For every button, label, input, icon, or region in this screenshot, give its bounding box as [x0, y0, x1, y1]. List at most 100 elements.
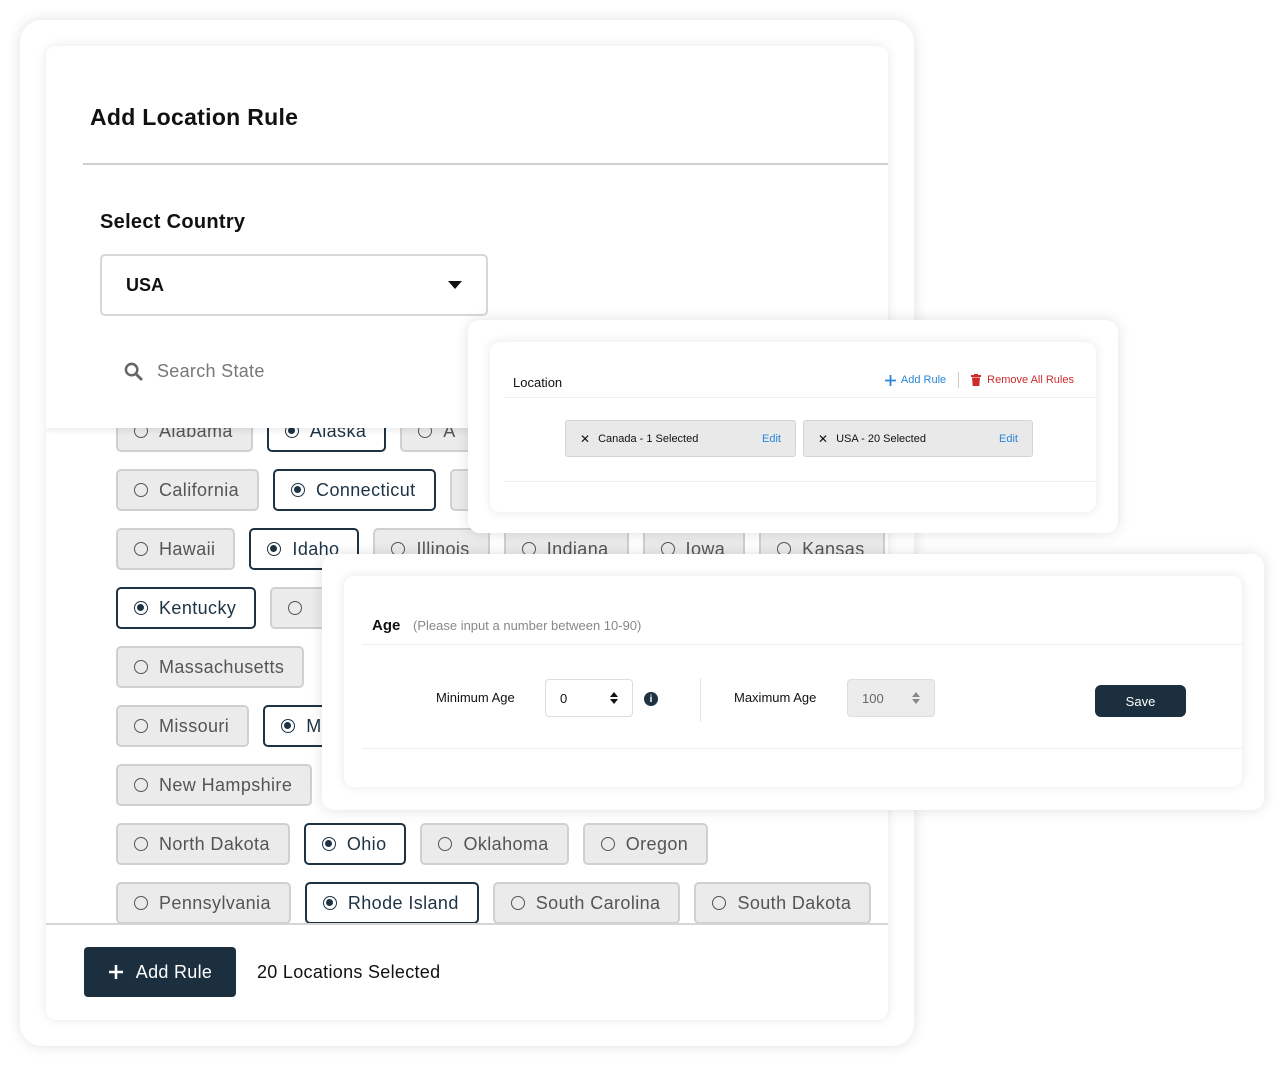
stepper-icon[interactable] [912, 692, 920, 704]
select-country-label: Select Country [100, 211, 246, 233]
age-hint: (Please input a number between 10-90) [413, 618, 642, 633]
radio-checked-icon [284, 428, 299, 438]
location-tag-usa: ✕ USA - 20 Selected Edit [803, 420, 1033, 457]
remove-all-rules-label: Remove All Rules [987, 374, 1074, 386]
radio-checked-icon [322, 896, 337, 910]
country-select[interactable]: USA [100, 254, 488, 316]
radio-unchecked-icon [600, 837, 615, 851]
state-label: North Dakota [159, 833, 270, 854]
minimum-age-input[interactable]: 0 [545, 679, 633, 717]
divider [504, 481, 1096, 482]
state-label: Alabama [159, 428, 233, 441]
state-label: New Hampshire [159, 774, 293, 795]
state-chip[interactable]: Rhode Island [304, 882, 479, 924]
radio-unchecked-icon [418, 428, 433, 438]
minimum-age-label: Minimum Age [436, 690, 515, 705]
radio-unchecked-icon [288, 601, 303, 615]
edit-link[interactable]: Edit [999, 433, 1018, 445]
radio-unchecked-icon [134, 719, 148, 733]
radio-unchecked-icon [712, 896, 727, 910]
state-chip[interactable]: Ohio [303, 823, 407, 865]
trash-icon [971, 374, 982, 386]
info-icon[interactable]: i [644, 692, 658, 706]
divider [83, 163, 888, 165]
add-rule-link[interactable]: Add Rule [884, 374, 946, 386]
save-button[interactable]: Save [1095, 685, 1186, 717]
state-chip[interactable]: Hawaii [116, 528, 236, 570]
state-label: Alaska [309, 428, 367, 441]
search-state-input[interactable]: Search State [124, 361, 265, 382]
state-label: A [443, 428, 456, 441]
radio-unchecked-icon [134, 483, 148, 497]
state-chip[interactable]: Oregon [582, 823, 709, 865]
tag-label: Canada - 1 Selected [598, 432, 699, 445]
country-select-value: USA [126, 274, 165, 295]
state-label: Massachusetts [159, 656, 285, 677]
add-rule-button[interactable]: Add Rule [84, 947, 236, 997]
state-label: California [159, 479, 240, 500]
state-chip[interactable]: Missouri [116, 705, 250, 747]
state-chip[interactable]: Kentucky [116, 587, 257, 629]
radio-checked-icon [291, 483, 306, 497]
radio-unchecked-icon [134, 660, 148, 674]
minimum-age-value: 0 [560, 690, 568, 706]
divider [46, 923, 888, 925]
close-icon[interactable]: ✕ [580, 432, 590, 446]
location-actions: Add Rule Remove All Rules [884, 372, 1074, 388]
divider [362, 748, 1242, 749]
state-chip[interactable]: South Carolina [492, 882, 681, 924]
state-chip[interactable]: Alabama [116, 428, 253, 452]
stepper-icon[interactable] [610, 692, 618, 704]
state-chip[interactable]: Oklahoma [420, 823, 569, 865]
close-icon[interactable]: ✕ [818, 432, 828, 446]
caret-down-icon [448, 281, 462, 289]
add-location-rule-card: Add Location Rule Select Country USA Sea… [46, 46, 888, 1020]
state-label: M [306, 715, 322, 736]
radio-checked-icon [267, 542, 282, 556]
state-chip[interactable]: A [400, 428, 476, 452]
page-title: Add Location Rule [90, 104, 299, 130]
location-title: Location [513, 375, 563, 390]
state-label: Missouri [159, 715, 230, 736]
locations-selected-count: 20 Locations Selected [257, 962, 441, 982]
divider [362, 644, 1242, 645]
state-chip[interactable]: New Hampshire [116, 764, 313, 806]
state-chip[interactable]: North Dakota [116, 823, 290, 865]
state-label: Ohio [346, 833, 387, 854]
state-label: South Dakota [737, 892, 852, 913]
state-label: Hawaii [159, 538, 216, 559]
state-chip[interactable]: Alaska [266, 428, 387, 452]
age-panel: Age (Please input a number between 10-90… [344, 576, 1242, 787]
state-chip[interactable]: Massachusetts [116, 646, 305, 688]
state-label: Kentucky [159, 597, 237, 618]
maximum-age-input[interactable]: 100 [847, 679, 935, 717]
state-chip[interactable]: South Dakota [694, 882, 872, 924]
edit-link[interactable]: Edit [762, 433, 781, 445]
plus-icon [884, 374, 896, 386]
state-row: Pennsylvania Rhode Island South Carolina So… [116, 882, 888, 924]
state-label: South Carolina [535, 892, 661, 913]
age-title: Age [372, 617, 401, 634]
radio-unchecked-icon [510, 896, 525, 910]
radio-unchecked-icon [134, 837, 148, 851]
radio-checked-icon [134, 601, 148, 615]
radio-unchecked-icon [134, 428, 148, 438]
radio-unchecked-icon [134, 542, 148, 556]
tag-label: USA - 20 Selected [836, 432, 926, 445]
radio-unchecked-icon [438, 837, 453, 851]
maximum-age-value: 100 [862, 690, 884, 706]
state-chip[interactable]: California [116, 469, 260, 511]
state-label: Pennsylvania [159, 892, 271, 913]
state-label: Oregon [625, 833, 689, 854]
state-label: Connecticut [316, 479, 416, 500]
location-panel: Location Add Rule Remove All Rules ✕ Can… [490, 342, 1096, 512]
state-label: Rhode Island [347, 892, 459, 913]
remove-all-rules-link[interactable]: Remove All Rules [971, 374, 1074, 386]
separator [958, 372, 960, 388]
divider [504, 397, 1096, 398]
add-rule-label: Add Rule [135, 961, 213, 982]
radio-unchecked-icon [134, 896, 148, 910]
maximum-age-label: Maximum Age [734, 690, 817, 705]
state-chip[interactable]: Pennsylvania [116, 882, 291, 924]
state-chip[interactable]: Connecticut [273, 469, 436, 511]
